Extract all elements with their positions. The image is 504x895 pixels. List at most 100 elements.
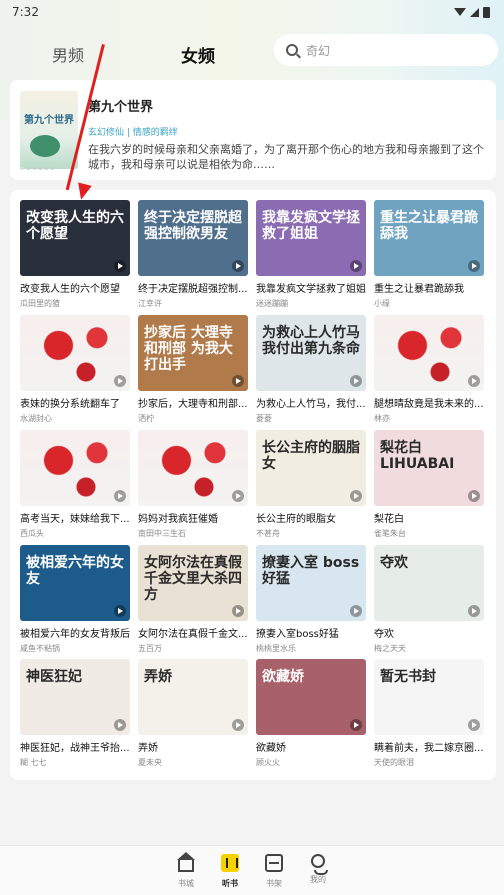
book-title[interactable]: 被相爱六年的女友背叛后 [20,625,132,640]
book-title[interactable]: 高考当天，妹妹给我下... [20,510,132,525]
play-icon[interactable] [232,490,244,502]
book-title[interactable]: 长公主府的眼脂女 [256,510,368,525]
play-icon[interactable] [114,605,126,617]
book-author: 菱菱 [256,414,272,423]
play-icon[interactable] [232,260,244,272]
book-item[interactable]: 抄家后 大理寺和刑部 为我大打出手抄家后，大理寺和刑部... 洒柠 [138,315,248,424]
book-cover[interactable]: 暂无书封 [374,659,484,735]
book-cover[interactable]: 抄家后 大理寺和刑部 为我大打出手 [138,315,248,391]
nav-bookshelf[interactable]: 书架 [254,854,294,889]
book-item[interactable]: 夺欢 夺欢 梅之天天 [374,545,484,654]
play-icon[interactable] [114,719,126,731]
play-icon[interactable] [468,605,480,617]
book-item[interactable]: 妈妈对我疯狂催婚 南田中三生石 [138,430,248,539]
book-cover[interactable] [20,315,130,391]
tab-male[interactable]: 男频 [52,42,84,66]
book-item[interactable]: 腿想晴敌竟是我未来的... 林亦 [374,315,484,424]
book-title[interactable]: 神医狂妃，战神王爷抬... [20,739,132,754]
nav-me[interactable]: 我的 [298,854,338,885]
play-icon[interactable] [232,719,244,731]
book-title[interactable]: 夺欢 [374,625,486,640]
play-icon[interactable] [350,260,362,272]
book-cover[interactable] [20,430,130,506]
book-item[interactable]: 弄娇 弄娇 夏未央 [138,659,248,768]
play-icon[interactable] [468,375,480,387]
book-item[interactable]: 高考当天，妹妹给我下... 西瓜头 [20,430,130,539]
featured-description: 在我六岁的时候母亲和父亲离婚了，为了离开那个伤心的地方我和母亲搬到了这个城市，我… [88,143,484,171]
book-item[interactable]: 我靠发疯文学拯救了姐姐 我靠发疯文学拯救了姐姐 迷迷蹦蹦 [256,200,366,309]
book-item[interactable]: 欲藏娇 欲藏娇 顾火火 [256,659,366,768]
book-title[interactable]: 表妹的换分系统翻车了 [20,395,132,410]
book-cover[interactable]: 女阿尔法在真假千金文里大杀四方 [138,545,248,621]
play-icon[interactable] [114,260,126,272]
play-icon[interactable] [350,719,362,731]
book-item[interactable]: 暂无书封 瞒着前夫，我二嫁京圈... 天使的眼泪 [374,659,484,768]
book-item[interactable]: 被相爱六年的女友 被相爱六年的女友背叛后 咸鱼不粘锅 [20,545,130,654]
nav-bookstore[interactable]: 书城 [166,852,206,889]
book-cover[interactable]: 为救心上人竹马 我付出第九条命 [256,315,366,391]
book-cover[interactable]: 长公主府的胭脂女 [256,430,366,506]
book-title[interactable]: 抄家后，大理寺和刑部... [138,395,250,410]
book-cover[interactable]: 我靠发疯文学拯救了姐姐 [256,200,366,276]
book-cover-text: 女阿尔法在真假千金文里大杀四方 [144,555,242,603]
book-item[interactable]: 表妹的换分系统翻车了 水湖封心 [20,315,130,424]
book-cover[interactable]: 梨花白 LIHUABAI [374,430,484,506]
book-item[interactable]: 改变我人生的六个愿望 改变我人生的六个愿望 瓜田里的猹 [20,200,130,309]
book-author: 洒柠 [138,414,154,423]
book-title[interactable]: 撩妻入室boss好猛 [256,625,368,640]
book-cover[interactable]: 被相爱六年的女友 [20,545,130,621]
book-cover[interactable]: 终于决定摆脱超强控制欲男友 [138,200,248,276]
nav-listen[interactable]: 听书 [210,854,250,889]
book-cover[interactable]: 撩妻入室 boss好猛 [256,545,366,621]
book-title[interactable]: 我靠发疯文学拯救了姐姐 [256,280,368,295]
book-cover-text: 长公主府的胭脂女 [262,440,360,472]
book-title[interactable]: 腿想晴敌竟是我未来的... [374,395,486,410]
book-item[interactable]: 撩妻入室 boss好猛 撩妻入室boss好猛 桃桃里水乐 [256,545,366,654]
book-cover-text: 梨花白 LIHUABAI [380,440,455,472]
book-cover[interactable]: 神医狂妃 [20,659,130,735]
book-cover[interactable] [138,430,248,506]
book-item[interactable]: 重生之让暴君跪舔我 重生之让暴君跪舔我 小缘 [374,200,484,309]
featured-info: 第九个世界 玄幻修仙 | 情感的羁绊 在我六岁的时候母亲和父亲离婚了，为了离开那… [88,88,488,172]
featured-cover[interactable]: 第九个世界 [20,91,78,169]
featured-title[interactable]: 第九个世界 [88,96,488,115]
play-icon[interactable] [350,490,362,502]
nav-label: 听书 [222,879,238,888]
book-title[interactable]: 瞒着前夫，我二嫁京圈... [374,739,486,754]
book-item[interactable]: 终于决定摆脱超强控制欲男友 终于决定摆脱超强控制... 江幸许 [138,200,248,309]
book-title[interactable]: 梨花白 [374,510,486,525]
play-icon[interactable] [468,719,480,731]
book-item[interactable]: 为救心上人竹马 我付出第九条命为救心上人竹马，我付... 菱菱 [256,315,366,424]
play-icon[interactable] [114,375,126,387]
carousel-dot [27,167,30,170]
book-cover[interactable]: 改变我人生的六个愿望 [20,200,130,276]
book-title[interactable]: 妈妈对我疯狂催婚 [138,510,250,525]
play-icon[interactable] [232,605,244,617]
play-icon[interactable] [468,490,480,502]
play-icon[interactable] [468,260,480,272]
search-input[interactable]: 奇幻 [274,34,498,66]
book-cover[interactable]: 欲藏娇 [256,659,366,735]
book-cover[interactable]: 弄娇 [138,659,248,735]
book-item[interactable]: 女阿尔法在真假千金文里大杀四方 女阿尔法在真假千金文... 五百万 [138,545,248,654]
play-icon[interactable] [232,375,244,387]
home-icon [177,852,195,872]
book-item[interactable]: 梨花白 LIHUABAI 梨花白 雀笔朱台 [374,430,484,539]
play-icon[interactable] [114,490,126,502]
book-title[interactable]: 欲藏娇 [256,739,368,754]
tab-female[interactable]: 女频 [181,42,215,67]
book-title[interactable]: 改变我人生的六个愿望 [20,280,132,295]
book-item[interactable]: 神医狂妃 神医狂妃，战神王爷抬... 糊 七七 [20,659,130,768]
book-title[interactable]: 终于决定摆脱超强控制... [138,280,250,295]
book-title[interactable]: 为救心上人竹马，我付... [256,395,368,410]
book-item[interactable]: 长公主府的胭脂女 长公主府的眼脂女 不甚舟 [256,430,366,539]
play-icon[interactable] [350,605,362,617]
book-grid: 改变我人生的六个愿望 改变我人生的六个愿望 瓜田里的猹 终于决定摆脱超强控制欲男友 终于… [10,190,496,780]
book-title[interactable]: 弄娇 [138,739,250,754]
book-title[interactable]: 重生之让暴君跪舔我 [374,280,486,295]
book-title[interactable]: 女阿尔法在真假千金文... [138,625,250,640]
play-icon[interactable] [350,375,362,387]
book-cover[interactable] [374,315,484,391]
book-cover[interactable]: 重生之让暴君跪舔我 [374,200,484,276]
book-cover[interactable]: 夺欢 [374,545,484,621]
